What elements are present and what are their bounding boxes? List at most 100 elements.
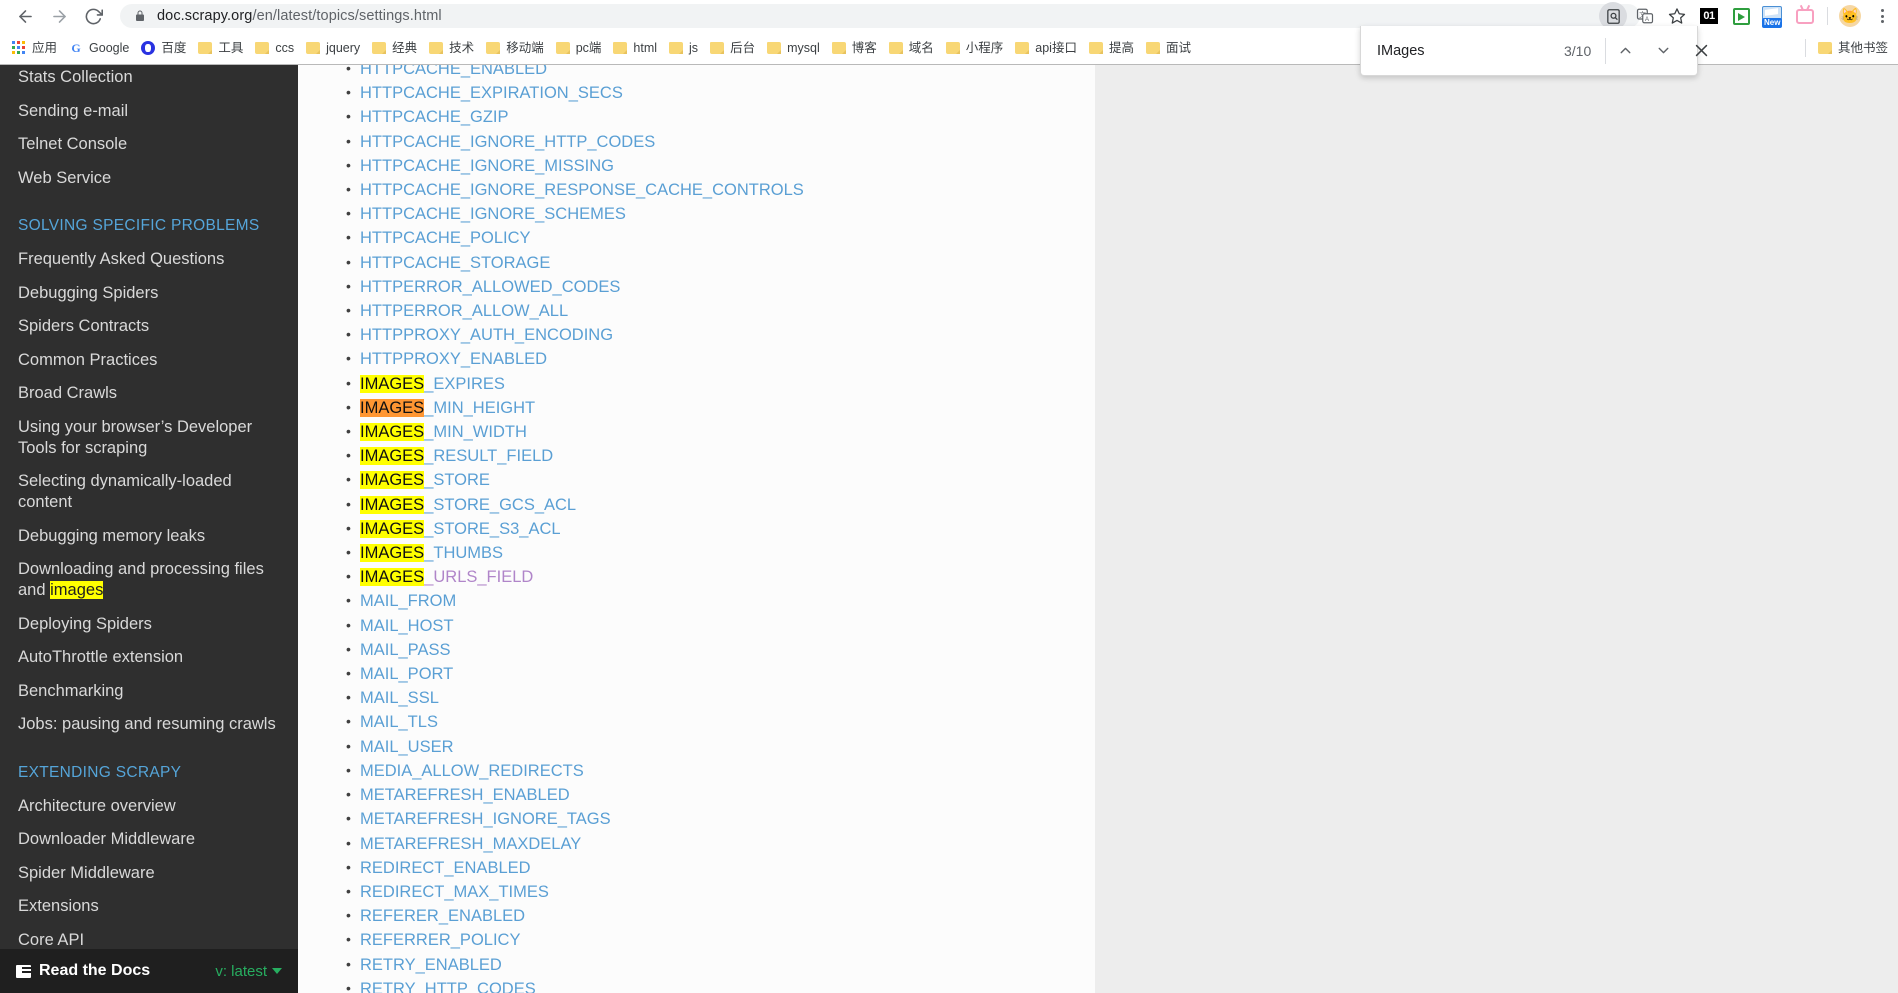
sidebar-item-using-your-browser-s-developer-tools-for-scraping[interactable]: Using your browser’s Developer Tools for… <box>0 410 298 465</box>
bookmark-item[interactable]: 域名 <box>883 36 940 60</box>
version-selector[interactable]: v: latest <box>215 963 282 980</box>
find-previous-button[interactable] <box>1606 32 1644 70</box>
bookmark-item[interactable]: 经典 <box>366 36 423 60</box>
back-button[interactable] <box>8 1 42 31</box>
bookmark-item[interactable]: mysql <box>761 36 826 60</box>
setting-link[interactable]: IMAGES_MIN_HEIGHT <box>360 398 535 417</box>
bookmark-item[interactable]: 后台 <box>704 36 761 60</box>
bookmark-item[interactable]: 技术 <box>423 36 480 60</box>
read-the-docs-brand[interactable]: Read the Docs <box>16 962 150 980</box>
setting-link[interactable]: IMAGES_THUMBS <box>360 544 503 563</box>
chrome-menu-icon[interactable] <box>1868 2 1896 30</box>
extension-01-icon[interactable]: 01 <box>1695 2 1723 30</box>
setting-link[interactable]: RETRY_HTTP_CODES <box>360 980 536 993</box>
sidebar-item-stats-collection[interactable]: Stats Collection <box>0 65 298 94</box>
setting-link[interactable]: MAIL_HOST <box>360 617 454 635</box>
sidebar-item-telnet-console[interactable]: Telnet Console <box>0 128 298 161</box>
sidebar-nav-list[interactable]: Stats Collection Sending e-mail Telnet Con… <box>0 65 298 949</box>
setting-link[interactable]: REDIRECT_MAX_TIMES <box>360 883 549 901</box>
setting-link[interactable]: MAIL_PORT <box>360 665 453 683</box>
list-item: HTTPERROR_ALLOWED_CODES <box>346 274 1095 299</box>
bookmark-item[interactable]: 小程序 <box>940 36 1010 60</box>
setting-link[interactable]: HTTPERROR_ALLOWED_CODES <box>360 278 620 296</box>
setting-link[interactable]: MAIL_SSL <box>360 689 439 707</box>
setting-link[interactable]: METAREFRESH_ENABLED <box>360 786 570 804</box>
sidebar-item-common-practices[interactable]: Common Practices <box>0 343 298 376</box>
profile-avatar-icon[interactable]: 🐱 <box>1836 2 1864 30</box>
sidebar-item-core-api[interactable]: Core API <box>0 924 298 950</box>
setting-link[interactable]: MAIL_PASS <box>360 641 450 659</box>
setting-link[interactable]: REFERRER_POLICY <box>360 931 520 949</box>
bookmark-item[interactable]: 面试 <box>1140 36 1197 60</box>
sidebar-item-selecting-dynamically-loaded-content[interactable]: Selecting dynamically-loaded content <box>0 465 298 520</box>
setting-link[interactable]: IMAGES_RESULT_FIELD <box>360 447 553 466</box>
sidebar-item-spiders-contracts[interactable]: Spiders Contracts <box>0 310 298 343</box>
bookmark-item[interactable]: jquery <box>300 36 366 60</box>
sidebar-item-sending-e-mail[interactable]: Sending e-mail <box>0 94 298 127</box>
extension-new-icon[interactable]: New <box>1759 2 1787 30</box>
bookmark-item[interactable]: 工具 <box>192 36 249 60</box>
setting-link[interactable]: MAIL_USER <box>360 738 454 756</box>
sidebar-item-extensions[interactable]: Extensions <box>0 890 298 923</box>
setting-link[interactable]: HTTPCACHE_ENABLED <box>360 65 547 78</box>
sidebar-item-broad-crawls[interactable]: Broad Crawls <box>0 377 298 410</box>
setting-link[interactable]: HTTPCACHE_IGNORE_MISSING <box>360 157 614 175</box>
setting-link[interactable]: HTTPCACHE_GZIP <box>360 108 509 126</box>
setting-link[interactable]: REFERER_ENABLED <box>360 907 525 925</box>
setting-link[interactable]: HTTPCACHE_IGNORE_RESPONSE_CACHE_CONTROLS <box>360 181 804 199</box>
sidebar-item-jobs-pausing-and-resuming-crawls[interactable]: Jobs: pausing and resuming crawls <box>0 708 298 741</box>
find-next-button[interactable] <box>1644 32 1682 70</box>
sidebar-item-deploying-spiders[interactable]: Deploying Spiders <box>0 608 298 641</box>
setting-link[interactable]: HTTPCACHE_IGNORE_SCHEMES <box>360 205 626 223</box>
bookmark-item[interactable]: 移动端 <box>480 36 550 60</box>
setting-link[interactable]: IMAGES_EXPIRES <box>360 374 505 393</box>
setting-link[interactable]: RETRY_ENABLED <box>360 956 502 974</box>
setting-link[interactable]: HTTPCACHE_POLICY <box>360 229 531 247</box>
setting-link[interactable]: IMAGES_STORE_GCS_ACL <box>360 495 576 514</box>
setting-link[interactable]: HTTPCACHE_EXPIRATION_SECS <box>360 84 623 102</box>
setting-link[interactable]: IMAGES_STORE_S3_ACL <box>360 519 561 538</box>
setting-link[interactable]: HTTPPROXY_ENABLED <box>360 350 547 368</box>
sidebar-item-web-service[interactable]: Web Service <box>0 161 298 194</box>
setting-link[interactable]: HTTPCACHE_STORAGE <box>360 254 550 272</box>
sidebar-item-downloading-and-processing-files-and-images[interactable]: Downloading and processing files and ima… <box>0 553 298 608</box>
setting-link[interactable]: MAIL_FROM <box>360 592 456 610</box>
sidebar-item-debugging-spiders[interactable]: Debugging Spiders <box>0 276 298 309</box>
address-bar[interactable]: doc.scrapy.org/en/latest/topics/settings… <box>120 4 1640 28</box>
sidebar-item-benchmarking[interactable]: Benchmarking <box>0 675 298 708</box>
reload-button[interactable] <box>76 1 110 31</box>
setting-link[interactable]: IMAGES_MIN_WIDTH <box>360 423 527 442</box>
setting-link[interactable]: HTTPPROXY_AUTH_ENCODING <box>360 326 613 344</box>
sidebar-item-downloader-middleware[interactable]: Downloader Middleware <box>0 823 298 856</box>
bookmark-item[interactable]: ccs <box>249 36 300 60</box>
extension-tv-icon[interactable] <box>1791 2 1819 30</box>
setting-link[interactable]: IMAGES_STORE <box>360 471 490 490</box>
sidebar-item-architecture-overview[interactable]: Architecture overview <box>0 790 298 823</box>
bookmark-item[interactable]: api接口 <box>1009 36 1083 60</box>
bookmark-other[interactable]: 其他书签 <box>1812 36 1894 60</box>
setting-link[interactable]: REDIRECT_ENABLED <box>360 859 531 877</box>
bookmark-item[interactable]: 应用 <box>6 36 63 60</box>
setting-link[interactable]: MEDIA_ALLOW_REDIRECTS <box>360 762 584 780</box>
sidebar-item-autothrottle-extension[interactable]: AutoThrottle extension <box>0 641 298 674</box>
bookmark-item[interactable]: 博客 <box>826 36 883 60</box>
setting-link[interactable]: METAREFRESH_IGNORE_TAGS <box>360 810 611 828</box>
bookmark-item[interactable]: 百度 <box>135 36 192 60</box>
bookmark-item[interactable]: 提高 <box>1083 36 1140 60</box>
sidebar-item-frequently-asked-questions[interactable]: Frequently Asked Questions <box>0 243 298 276</box>
setting-link[interactable]: HTTPCACHE_IGNORE_HTTP_CODES <box>360 133 655 151</box>
sidebar-item-debugging-memory-leaks[interactable]: Debugging memory leaks <box>0 520 298 553</box>
setting-link[interactable]: HTTPERROR_ALLOW_ALL <box>360 302 568 320</box>
forward-button[interactable] <box>42 1 76 31</box>
extension-green-play-icon[interactable] <box>1727 2 1755 30</box>
setting-link[interactable]: METAREFRESH_MAXDELAY <box>360 835 581 853</box>
bookmark-item[interactable]: pc端 <box>550 36 608 60</box>
setting-link[interactable]: MAIL_TLS <box>360 713 438 731</box>
setting-link[interactable]: IMAGES_URLS_FIELD <box>360 568 533 587</box>
sidebar-item-spider-middleware[interactable]: Spider Middleware <box>0 857 298 890</box>
find-input[interactable] <box>1361 42 1564 59</box>
bookmark-item[interactable]: js <box>663 36 704 60</box>
find-close-button[interactable] <box>1682 32 1720 70</box>
bookmark-item[interactable]: html <box>607 36 663 60</box>
bookmark-item[interactable]: G Google <box>63 36 135 60</box>
